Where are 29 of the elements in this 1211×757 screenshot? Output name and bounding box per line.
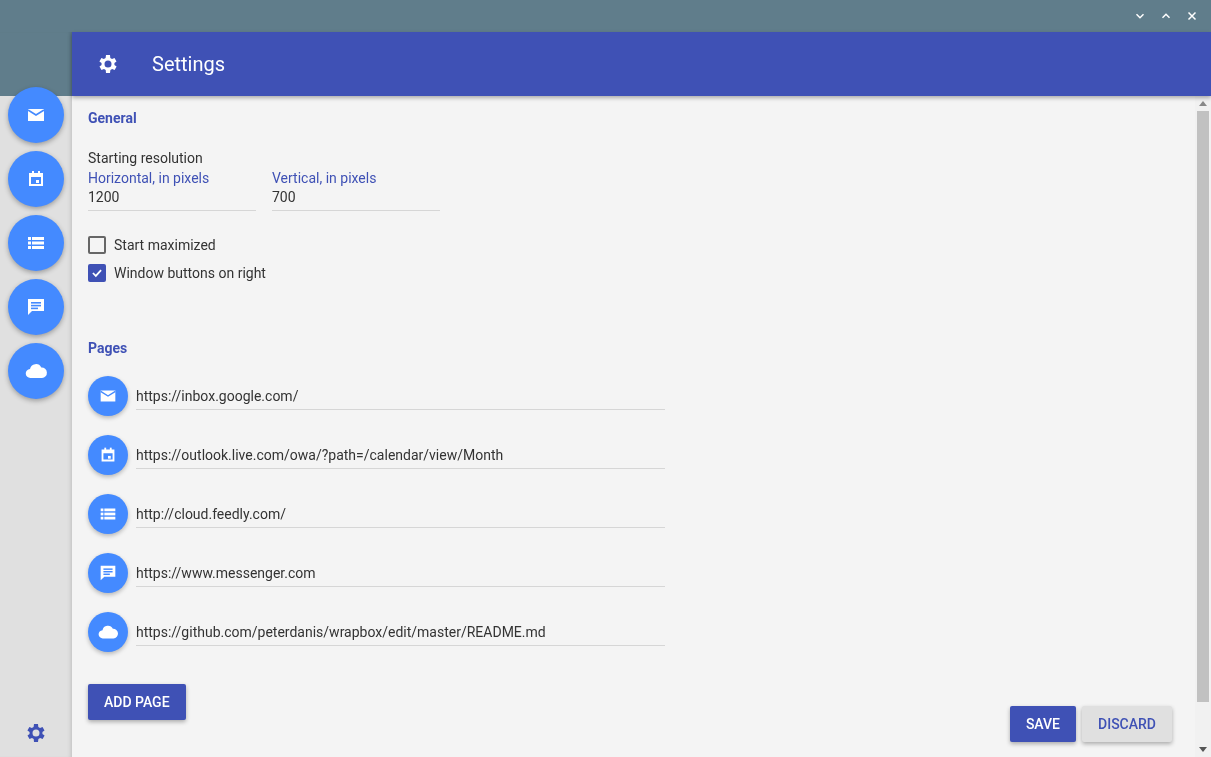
- url-field[interactable]: https://github.com/peterdanis/wrapbox/edit/master/README.md: [136, 621, 665, 646]
- input-field[interactable]: 700: [272, 187, 440, 211]
- checkbox[interactable]: [88, 236, 106, 254]
- scroll-down-arrow-icon[interactable]: [1199, 747, 1207, 752]
- sidebar-mail-button[interactable]: [8, 87, 64, 143]
- field-group-label: Starting resolution: [88, 149, 203, 168]
- save-button[interactable]: SAVE: [1009, 706, 1077, 742]
- scroll-up-arrow-icon[interactable]: [1199, 101, 1207, 106]
- add-page-button[interactable]: ADD PAGE: [88, 684, 186, 720]
- field-label: Vertical, in pixels: [272, 170, 378, 187]
- scrollbar-thumb[interactable]: [1197, 111, 1209, 702]
- sidebar-list-button[interactable]: [8, 215, 64, 271]
- checkbox-label: Start maximized: [114, 237, 216, 253]
- field-label: Horizontal, in pixels: [88, 170, 211, 187]
- sidebar-calendar-button[interactable]: [8, 151, 64, 207]
- url-field[interactable]: https://inbox.google.com/: [136, 385, 665, 410]
- url-field[interactable]: https://outlook.live.com/owa/?path=/calendar/view/Month: [136, 444, 665, 469]
- section-heading: Pages: [88, 339, 128, 358]
- input-field[interactable]: 1200: [88, 187, 256, 211]
- section-heading: General: [88, 109, 137, 128]
- discard-button[interactable]: DISCARD: [1082, 706, 1172, 742]
- checkbox-label: Window buttons on right: [114, 265, 266, 281]
- sidebar-cloud-button[interactable]: [8, 343, 64, 399]
- close-icon[interactable]: [1185, 9, 1199, 23]
- page-title: Settings: [152, 52, 226, 76]
- url-field[interactable]: http://cloud.feedly.com/: [136, 503, 665, 528]
- url-field[interactable]: https://www.messenger.com: [136, 562, 665, 587]
- checkbox[interactable]: [88, 264, 106, 282]
- sidebar-chat-button[interactable]: [8, 279, 64, 335]
